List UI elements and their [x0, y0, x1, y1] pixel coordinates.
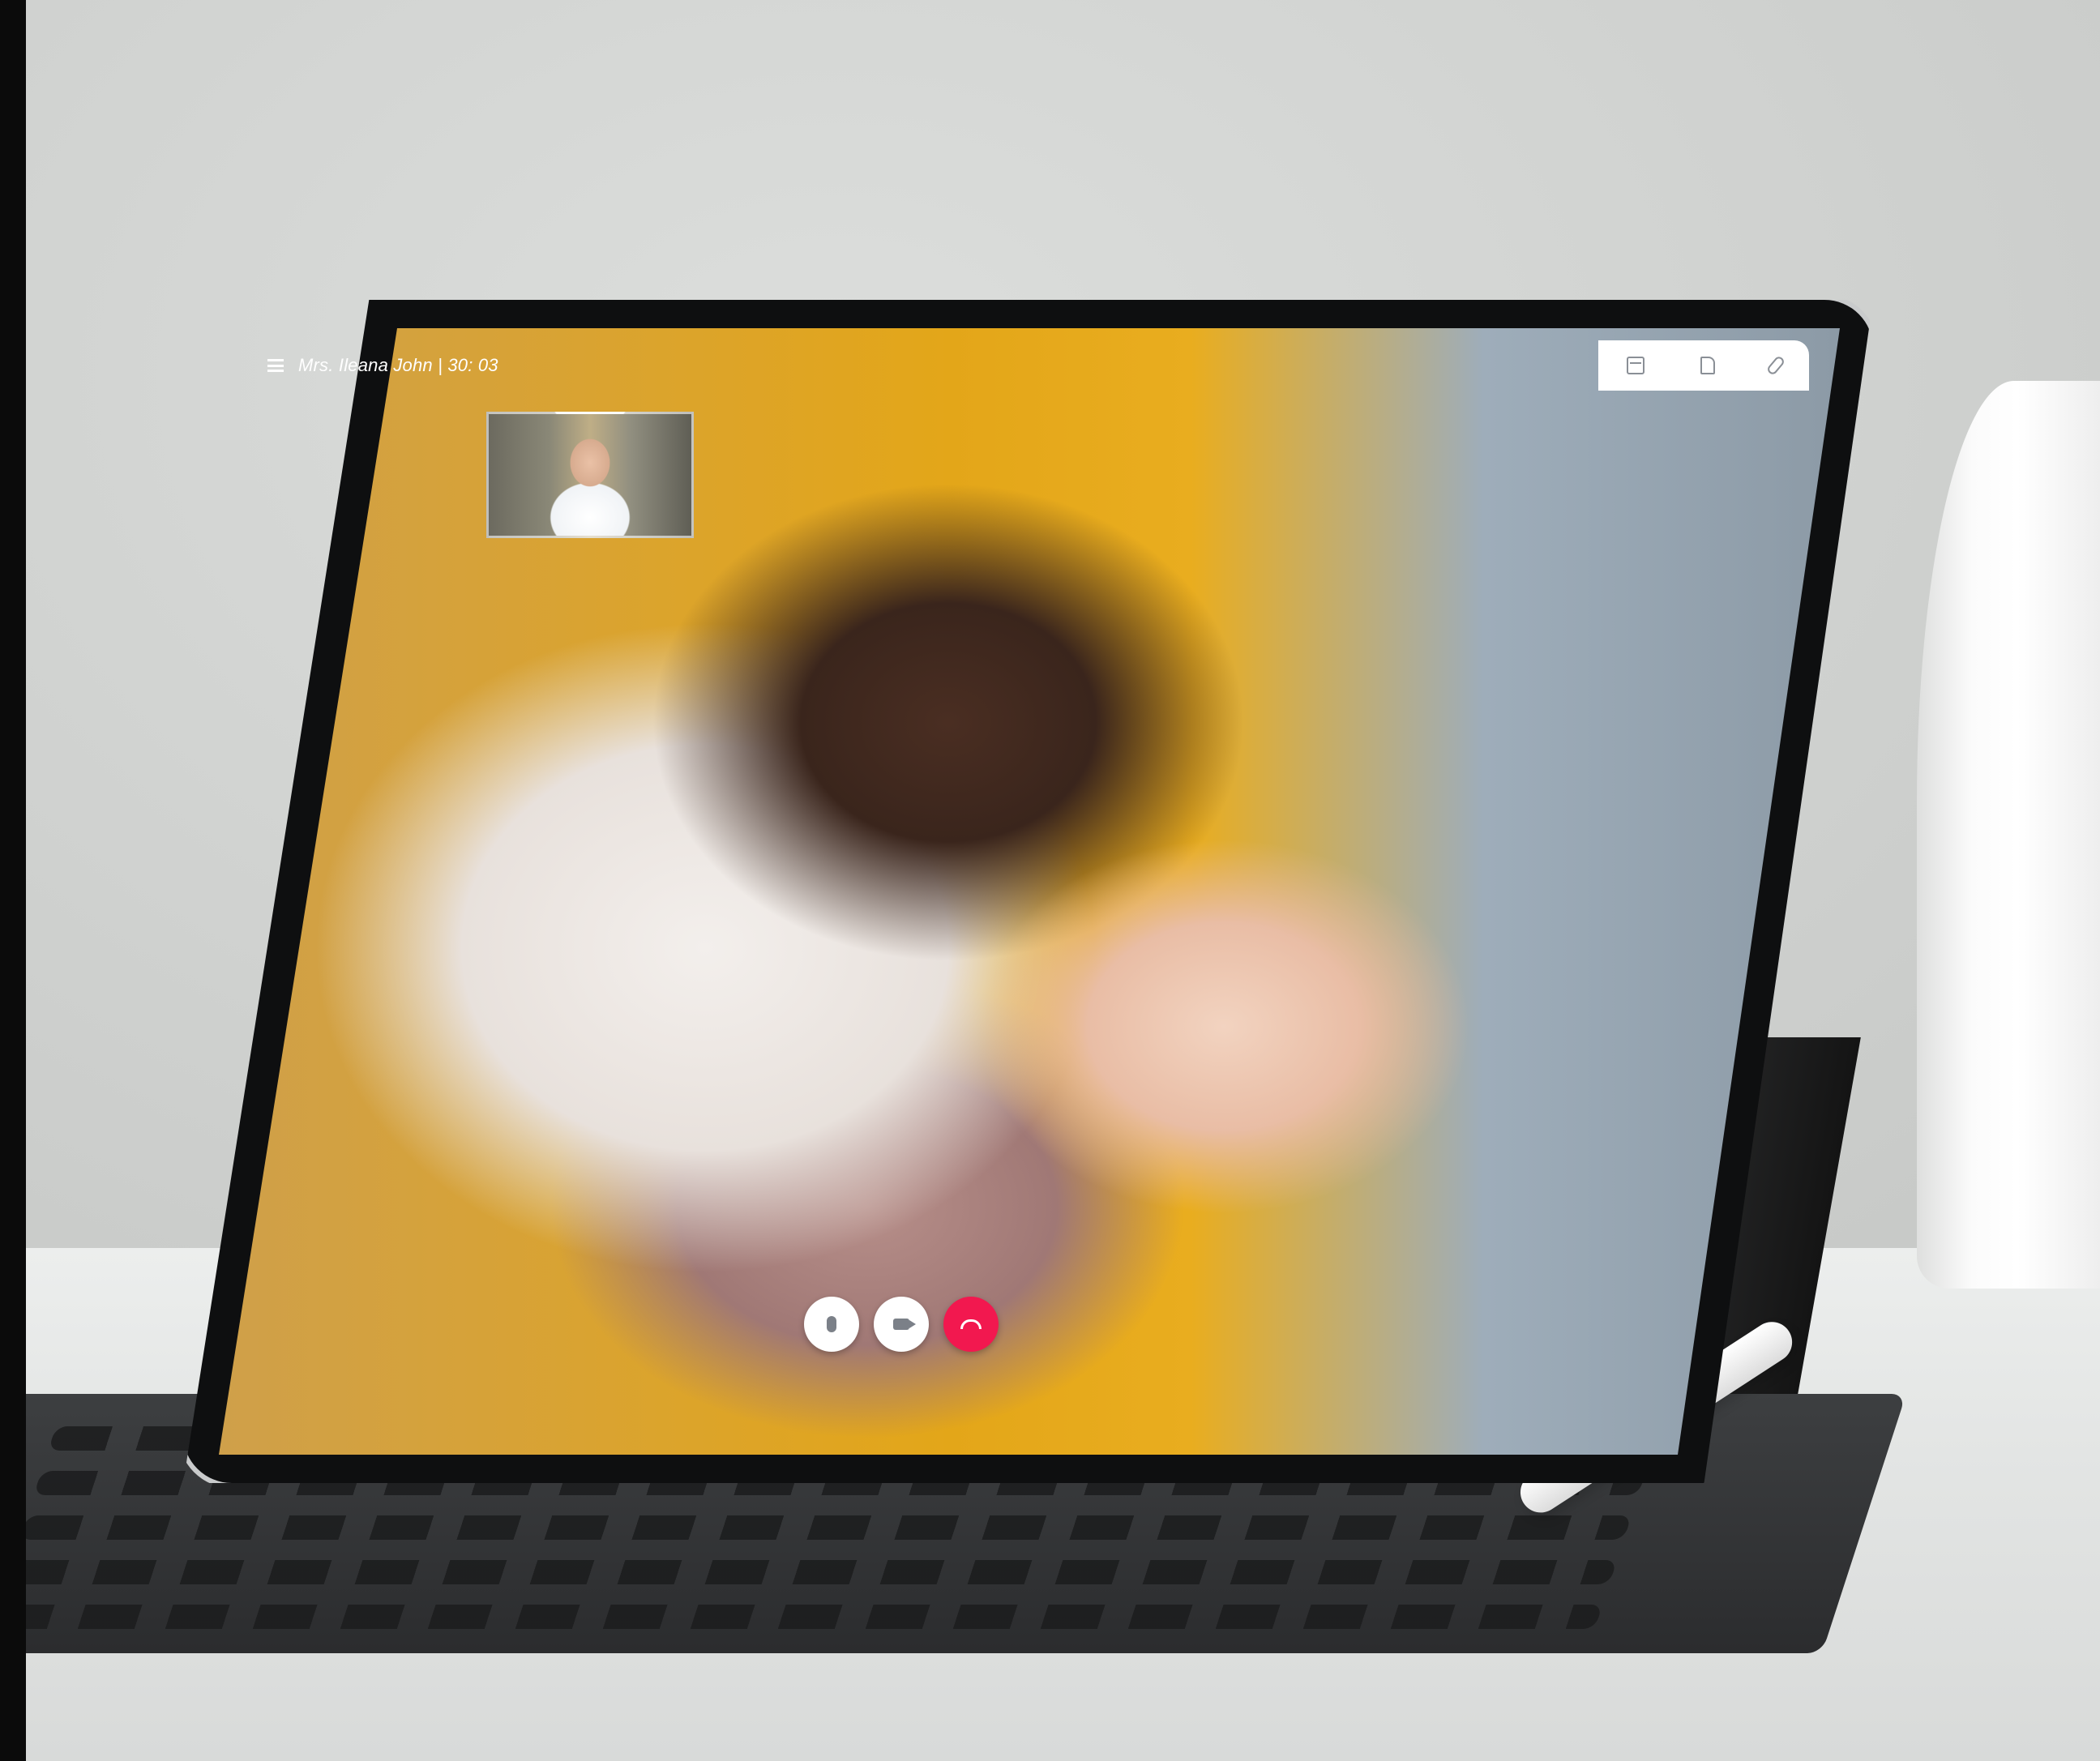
- end-call-icon: [960, 1319, 982, 1329]
- end-call-button[interactable]: [943, 1297, 999, 1352]
- caller-name-timer: Mrs. Ileana John | 30: 03: [298, 355, 498, 375]
- calendar-icon[interactable]: [1626, 357, 1645, 374]
- left-edge-bar: [0, 0, 26, 1761]
- photo-scene: Mrs. Ileana John | 30: 03: [0, 0, 2100, 1761]
- call-header: Mrs. Ileana John | 30: 03: [267, 355, 498, 376]
- microphone-icon: [827, 1316, 836, 1332]
- video-toggle-button[interactable]: [874, 1297, 929, 1352]
- keyboard-row: [0, 1605, 1603, 1629]
- video-call-screen[interactable]: [219, 328, 1840, 1455]
- call-controls: [804, 1297, 999, 1352]
- paperclip-icon[interactable]: [1766, 354, 1786, 377]
- menu-icon[interactable]: [267, 359, 284, 372]
- call-toolbar: [1598, 340, 1809, 391]
- self-view-video[interactable]: [486, 412, 694, 538]
- keyboard-row: [19, 1515, 1632, 1540]
- document-icon[interactable]: [1700, 357, 1715, 374]
- video-camera-icon: [893, 1319, 916, 1330]
- white-vase: [1917, 381, 2100, 1289]
- mute-button[interactable]: [804, 1297, 859, 1352]
- keyboard-row: [4, 1560, 1618, 1584]
